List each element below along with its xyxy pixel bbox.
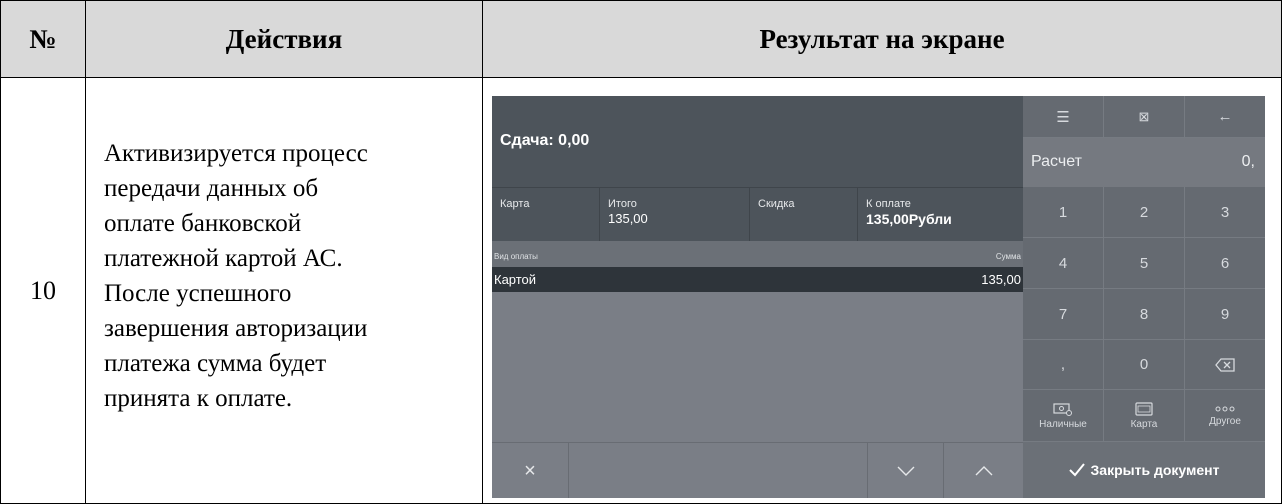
- totals-bar: Карта Итого 135,00 Скидка К оплате 135,0…: [492, 187, 1023, 242]
- pos-screen: Сдача: 0,00 Карта Итого 135,00 Скидка К …: [492, 96, 1265, 498]
- close-document-label: Закрыть документ: [1090, 462, 1220, 478]
- cancel-button[interactable]: ×: [492, 443, 569, 498]
- pay-card-button[interactable]: Карта: [1104, 390, 1185, 442]
- back-arrow-icon[interactable]: ←: [1185, 96, 1265, 138]
- totals-card[interactable]: Карта: [492, 188, 600, 242]
- dots-icon: [1215, 406, 1235, 411]
- change-panel: Сдача: 0,00: [492, 96, 1023, 187]
- digit-key-3[interactable]: 3: [1185, 187, 1265, 238]
- display-label: Расчет: [1031, 153, 1082, 170]
- digit-key-1[interactable]: 1: [1023, 187, 1104, 238]
- scroll-up-button[interactable]: [944, 443, 1023, 498]
- chevron-down-icon: [897, 466, 914, 476]
- total-label: Итого: [608, 198, 637, 210]
- digit-key-7[interactable]: 7: [1023, 289, 1104, 340]
- discount-label: Скидка: [758, 198, 795, 210]
- comma-key[interactable]: ,: [1023, 340, 1104, 390]
- action-line: принята к оплате.: [104, 385, 293, 412]
- keypad-panel: ☰ ⊠ ← Расчет 0, 1 2 3 4 5 6 7 8 9 , 0 На…: [1023, 96, 1265, 498]
- digit-key-4[interactable]: 4: [1023, 238, 1104, 289]
- action-line: платежа сумма будет: [104, 350, 327, 377]
- digit-key-6[interactable]: 6: [1185, 238, 1265, 289]
- scroll-down-button[interactable]: [868, 443, 944, 498]
- backspace-key[interactable]: [1185, 340, 1265, 390]
- due-label: К оплате: [866, 198, 911, 210]
- header-actions: Действия: [85, 0, 483, 78]
- action-line: платежной картой АС.: [104, 245, 343, 272]
- pay-other-button[interactable]: Другое: [1185, 390, 1265, 442]
- pay-card-label: Карта: [1130, 418, 1158, 430]
- action-line: оплате банковской: [104, 210, 302, 237]
- pay-other-label: Другое: [1209, 415, 1241, 427]
- cash-icon: [1053, 402, 1072, 416]
- chevron-up-icon: [975, 466, 992, 476]
- backspace-icon: [1215, 357, 1235, 372]
- totals-total: Итого 135,00: [600, 188, 750, 242]
- amount-display: Расчет 0,: [1023, 138, 1265, 187]
- action-line: После успешного: [104, 280, 292, 307]
- digit-key-2[interactable]: 2: [1104, 187, 1185, 238]
- card-label: Карта: [500, 198, 530, 210]
- checkmark-icon: [1068, 463, 1085, 477]
- pay-cash-button[interactable]: Наличные: [1023, 390, 1104, 442]
- due-value: 135,00Рубли: [866, 211, 952, 227]
- digit-key-5[interactable]: 5: [1104, 238, 1185, 289]
- action-line: передачи данных об: [104, 175, 319, 202]
- payment-row[interactable]: Картой 135,00: [492, 267, 1023, 292]
- header-result: Результат на экране: [482, 0, 1282, 78]
- col-type-label: Вид оплаты: [494, 252, 538, 261]
- row-number: 10: [0, 77, 86, 504]
- digit-key-0[interactable]: 0: [1104, 340, 1185, 390]
- payments-list-header: Вид оплаты Сумма: [492, 241, 1023, 267]
- payment-type: Картой: [494, 272, 537, 287]
- action-description: Активизируется процесс передачи данных о…: [85, 77, 483, 504]
- change-amount: Сдача: 0,00: [500, 132, 590, 149]
- clear-icon[interactable]: ⊠: [1104, 96, 1185, 138]
- pay-cash-label: Наличные: [1039, 418, 1087, 430]
- totals-discount[interactable]: Скидка: [750, 188, 858, 242]
- digit-key-9[interactable]: 9: [1185, 289, 1265, 340]
- toolbar-spacer: [569, 443, 868, 498]
- action-line: завершения авторизации: [104, 315, 368, 342]
- display-value: 0,: [1241, 153, 1255, 170]
- payment-sum: 135,00: [981, 272, 1021, 287]
- totals-due: К оплате 135,00Рубли: [858, 188, 1023, 242]
- col-sum-label: Сумма: [995, 252, 1021, 261]
- bottom-toolbar: ×: [492, 442, 1023, 498]
- close-document-button[interactable]: Закрыть документ: [1023, 442, 1265, 498]
- total-value: 135,00: [608, 211, 648, 226]
- menu-icon[interactable]: ☰: [1023, 96, 1104, 138]
- digit-key-8[interactable]: 8: [1104, 289, 1185, 340]
- action-line: Активизируется процесс: [104, 140, 368, 167]
- header-num: №: [0, 0, 86, 78]
- card-icon: [1135, 401, 1153, 416]
